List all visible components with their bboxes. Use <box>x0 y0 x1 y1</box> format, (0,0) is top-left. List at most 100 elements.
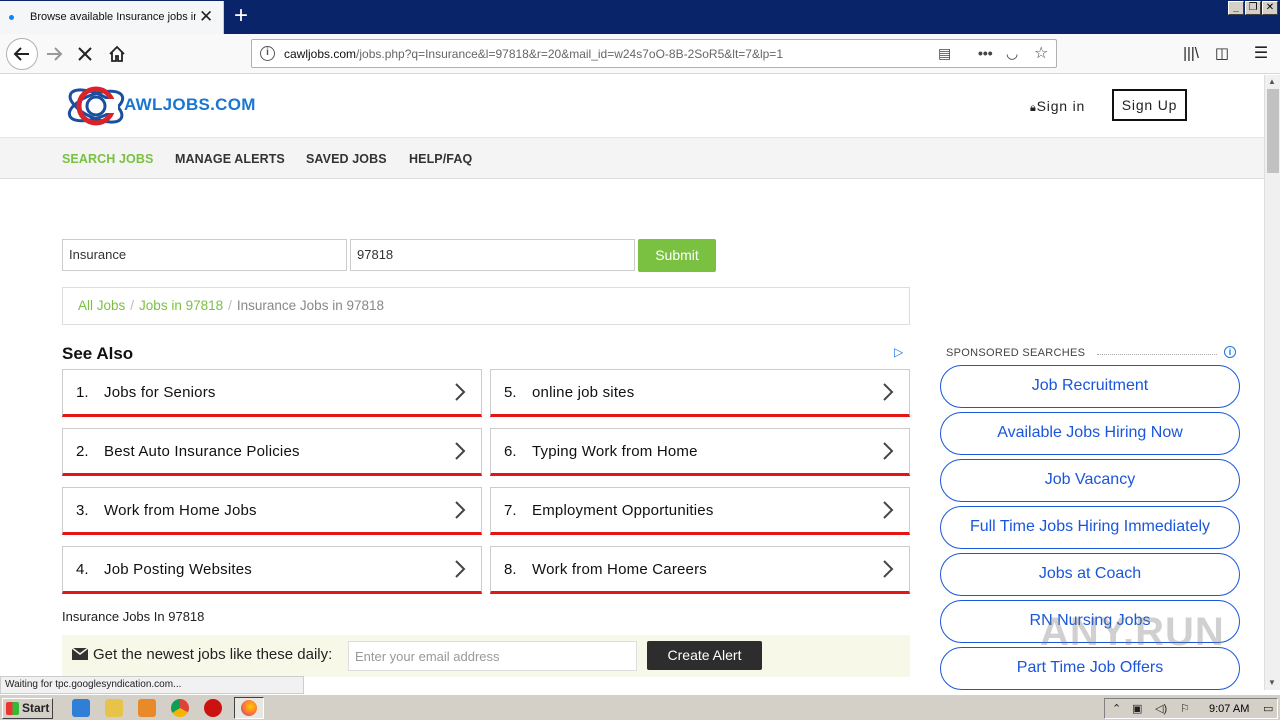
see-also-item[interactable]: 4. Job Posting Websites <box>62 546 482 594</box>
start-button[interactable]: Start <box>2 698 53 719</box>
ie-icon[interactable] <box>72 699 90 717</box>
web-page: AWLJOBS.COM 🔒︎Sign in Sign Up SEARCH JOB… <box>0 75 1264 690</box>
see-also-item[interactable]: 2. Best Auto Insurance Policies <box>62 428 482 476</box>
firefox-icon <box>241 700 257 716</box>
item-label: Best Auto Insurance Policies <box>104 443 300 460</box>
sponsored-search-button[interactable]: Job Vacancy <box>940 459 1240 502</box>
item-label: online job sites <box>532 384 635 401</box>
close-window-button[interactable]: ✕ <box>1262 1 1278 15</box>
scrollbar-thumb[interactable] <box>1267 89 1279 173</box>
item-label: Employment Opportunities <box>532 502 714 519</box>
sign-up-button[interactable]: Sign Up <box>1112 89 1187 121</box>
see-also-item[interactable]: 1. Jobs for Seniors <box>62 369 482 417</box>
library-icon[interactable]: |||\ <box>1177 40 1205 68</box>
minimize-button[interactable]: _ <box>1228 1 1244 15</box>
restore-button[interactable]: ❐ <box>1245 1 1261 15</box>
sponsored-search-button[interactable]: Available Jobs Hiring Now <box>940 412 1240 455</box>
results-title: Insurance Jobs In 97818 <box>62 609 205 624</box>
job-alert-bar: Get the newest jobs like these daily: En… <box>62 635 910 677</box>
sponsored-search-button[interactable]: Jobs at Coach <box>940 553 1240 596</box>
scroll-up-icon[interactable]: ▲ <box>1268 77 1276 86</box>
stop-button[interactable] <box>71 40 99 68</box>
tray-expand-icon[interactable]: ⌃ <box>1112 702 1121 715</box>
item-label: Work from Home Careers <box>532 561 707 578</box>
keyword-input[interactable]: Insurance <box>62 239 347 271</box>
bookmark-star-icon[interactable]: ☆ <box>1034 43 1048 63</box>
item-number: 3. <box>76 502 89 519</box>
sidebar-icon[interactable]: ◫ <box>1208 40 1236 68</box>
address-bar[interactable]: i cawljobs.com/jobs.php?q=Insurance&l=97… <box>251 39 1057 68</box>
opera-icon[interactable] <box>204 699 222 717</box>
breadcrumb: All Jobs / Jobs in 97818/Insurance Jobs in… <box>62 287 910 325</box>
clock: 9:07 AM <box>1209 703 1250 715</box>
show-desktop-icon[interactable]: ▭ <box>1263 702 1273 715</box>
sponsored-search-button[interactable]: Full Time Jobs Hiring Immediately <box>940 506 1240 549</box>
flag-icon[interactable]: ⚐ <box>1180 702 1190 715</box>
url-text: cawljobs.com/jobs.php?q=Insurance&l=9781… <box>284 47 783 61</box>
submit-button[interactable]: Submit <box>638 239 716 272</box>
item-number: 4. <box>76 561 89 578</box>
back-button[interactable] <box>6 38 38 70</box>
chevron-right-icon <box>883 560 894 578</box>
home-button[interactable] <box>103 40 131 68</box>
sponsored-search-button[interactable]: Job Recruitment <box>940 365 1240 408</box>
browser-tab[interactable]: Browse available Insurance jobs in ✕ <box>0 1 224 34</box>
envelope-icon <box>72 648 88 660</box>
see-also-item[interactable]: 6. Typing Work from Home <box>490 428 910 476</box>
site-info-icon[interactable]: i <box>260 46 275 61</box>
see-also-heading: See Also <box>62 344 134 363</box>
see-also-item[interactable]: 5. online job sites <box>490 369 910 417</box>
breadcrumb-jobs-in-location[interactable]: Jobs in 97818 <box>139 298 223 313</box>
loading-indicator-icon <box>9 15 14 20</box>
nav-search-jobs[interactable]: SEARCH JOBS <box>62 152 153 166</box>
pocket-icon[interactable]: ◡ <box>1006 45 1018 62</box>
adchoices-icon[interactable]: ▷ <box>894 345 903 359</box>
firefox-taskbar-button[interactable] <box>234 697 264 719</box>
menu-icon[interactable]: ☰ <box>1247 40 1275 68</box>
item-label: Jobs for Seniors <box>104 384 216 401</box>
nav-help-faq[interactable]: HELP/FAQ <box>409 152 472 166</box>
stop-x-icon <box>78 47 92 61</box>
chevron-right-icon <box>883 442 894 460</box>
network-icon[interactable]: ▣ <box>1132 702 1142 715</box>
breadcrumb-all-jobs[interactable]: All Jobs <box>78 298 125 313</box>
new-tab-button[interactable]: + <box>228 3 254 29</box>
item-number: 1. <box>76 384 89 401</box>
email-field[interactable]: Enter your email address <box>348 641 637 671</box>
watermark-text: ANY.RUN <box>1040 610 1225 654</box>
chevron-right-icon <box>455 501 466 519</box>
taskbar: Start ⌃ ▣ ◁) ⚐ 9:07 AM ▭ <box>0 694 1280 720</box>
site-logo[interactable]: AWLJOBS.COM <box>66 79 286 129</box>
info-icon[interactable]: i <box>1224 346 1236 358</box>
page-scrollbar[interactable]: ▲ ▼ <box>1264 75 1280 690</box>
sign-in-link[interactable]: 🔒︎Sign in <box>1030 98 1085 115</box>
see-also-item[interactable]: 8. Work from Home Careers <box>490 546 910 594</box>
nav-manage-alerts[interactable]: MANAGE ALERTS <box>175 152 285 166</box>
scroll-down-icon[interactable]: ▼ <box>1268 678 1276 687</box>
see-also-item[interactable]: 3. Work from Home Jobs <box>62 487 482 535</box>
cawl-logo-icon <box>67 86 125 126</box>
breadcrumb-current: Insurance Jobs in 97818 <box>236 298 384 313</box>
item-number: 8. <box>504 561 517 578</box>
item-number: 2. <box>76 443 89 460</box>
chrome-icon[interactable] <box>171 699 189 717</box>
close-tab-icon[interactable]: ✕ <box>199 7 213 27</box>
folder-icon[interactable] <box>105 699 123 717</box>
item-number: 7. <box>504 502 517 519</box>
volume-icon[interactable]: ◁) <box>1155 702 1167 715</box>
item-number: 6. <box>504 443 517 460</box>
see-also-item[interactable]: 7. Employment Opportunities <box>490 487 910 535</box>
page-actions-icon[interactable]: ••• <box>978 45 993 61</box>
forward-button[interactable] <box>40 40 68 68</box>
item-number: 5. <box>504 384 517 401</box>
media-player-icon[interactable] <box>138 699 156 717</box>
reader-view-icon[interactable]: ▤ <box>938 45 951 62</box>
chevron-right-icon <box>455 442 466 460</box>
browser-toolbar: i cawljobs.com/jobs.php?q=Insurance&l=97… <box>0 34 1280 74</box>
chevron-right-icon <box>883 501 894 519</box>
location-input[interactable]: 97818 <box>350 239 635 271</box>
item-label: Typing Work from Home <box>532 443 698 460</box>
alert-label: Get the newest jobs like these daily: <box>93 646 333 663</box>
nav-saved-jobs[interactable]: SAVED JOBS <box>306 152 387 166</box>
create-alert-button[interactable]: Create Alert <box>647 641 762 670</box>
